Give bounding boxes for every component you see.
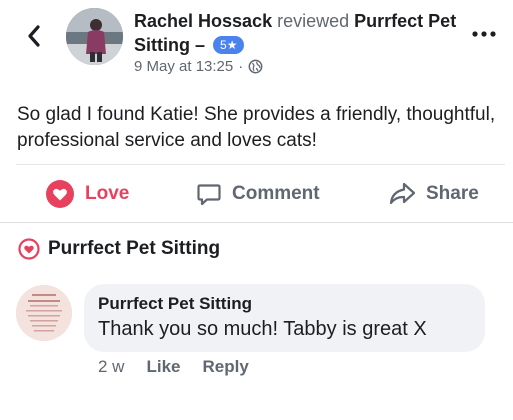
review-verb: reviewed (277, 11, 350, 31)
comment-age[interactable]: 2 w (98, 357, 124, 377)
author-avatar-image (66, 8, 123, 65)
title-dash: – (195, 35, 206, 55)
share-icon (389, 182, 416, 205)
author-avatar[interactable] (66, 8, 123, 65)
comment-icon (197, 184, 221, 206)
globe-icon (248, 59, 263, 74)
more-options-icon (472, 31, 496, 37)
actions-top-divider (16, 164, 505, 165)
comment-meta: 2 w Like Reply (98, 357, 249, 377)
comment-author-name[interactable]: Purrfect Pet Sitting (98, 294, 252, 314)
back-arrow-icon (28, 25, 40, 47)
love-button[interactable]: Love (45, 170, 129, 218)
page-logo-image (16, 285, 72, 341)
post-meta: 9 May at 13:25 · (134, 58, 263, 75)
comment-like-button[interactable]: Like (146, 357, 180, 377)
author-name[interactable]: Rachel Hossack (134, 11, 272, 31)
meta-separator: · (238, 58, 244, 75)
heart-icon (46, 180, 74, 208)
love-label: Love (85, 183, 130, 204)
share-label: Share (426, 183, 479, 204)
comment-reply-button[interactable]: Reply (203, 357, 249, 377)
comment-label: Comment (232, 183, 320, 204)
heart-outline-icon (18, 238, 40, 260)
comment-button[interactable]: Comment (196, 170, 320, 218)
post-actions-bar: Love Comment Share (0, 170, 513, 218)
page-reaction: Purrfect Pet Sitting (18, 238, 220, 260)
comment-text: Thank you so much! Tabby is great X (98, 318, 427, 340)
post-title: Rachel Hossack reviewed Purrfect Pet Sit… (134, 9, 464, 57)
comment-author-avatar[interactable] (16, 285, 72, 341)
more-options-button[interactable] (469, 22, 499, 46)
back-button[interactable] (20, 20, 48, 52)
post-header: Rachel Hossack reviewed Purrfect Pet Sit… (0, 0, 513, 90)
share-button[interactable]: Share (388, 170, 479, 218)
rating-badge: 5★ (213, 36, 245, 54)
post-timestamp[interactable]: 9 May at 13:25 (134, 58, 233, 75)
post-body: So glad I found Katie! She provides a fr… (17, 104, 496, 151)
reaction-page-name[interactable]: Purrfect Pet Sitting (48, 238, 220, 260)
actions-bottom-divider (0, 222, 513, 223)
